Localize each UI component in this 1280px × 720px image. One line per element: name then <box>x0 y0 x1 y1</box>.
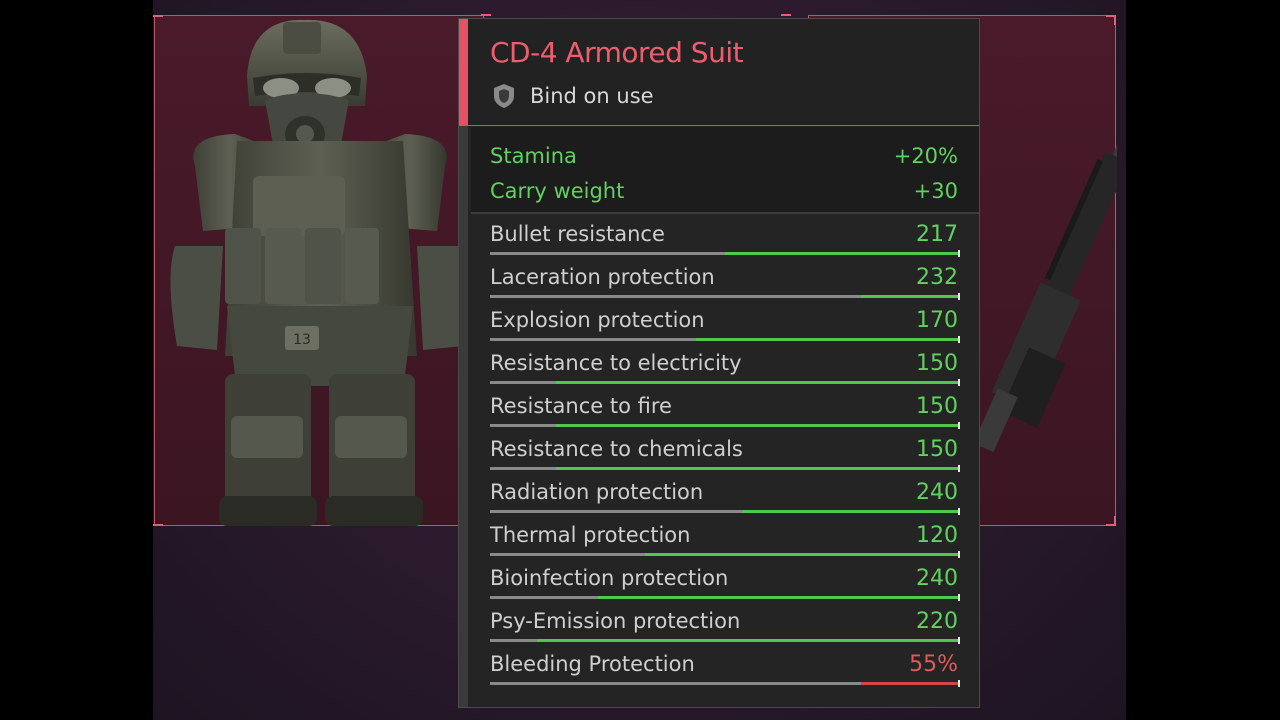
stat-row: Explosion protection 170 <box>490 301 960 344</box>
stat-bar-cap <box>958 594 960 601</box>
tooltip-header: CD-4 Armored Suit Bind on use <box>459 19 979 126</box>
stat-value: 150 <box>916 437 958 462</box>
stat-label: Bioinfection protection <box>490 566 729 590</box>
bonus-value: +30 <box>913 179 958 203</box>
stat-bar <box>490 637 960 644</box>
stat-bar-cap <box>958 422 960 429</box>
stat-bar-cap <box>958 336 960 343</box>
bonus-row: Carry weight +30 <box>490 176 958 206</box>
corner-mark <box>481 14 491 16</box>
stat-bar-fill <box>555 467 959 470</box>
stat-value: 150 <box>916 394 958 419</box>
stat-value: 232 <box>916 265 958 290</box>
stat-value: 150 <box>916 351 958 376</box>
stat-bar-fill <box>555 381 959 384</box>
stat-bar <box>490 293 960 300</box>
stat-label: Psy-Emission protection <box>490 609 741 633</box>
stat-value: 240 <box>916 480 958 505</box>
corner-mark <box>1114 15 1116 25</box>
stat-bar <box>490 465 960 472</box>
stat-bar-cap <box>958 379 960 386</box>
stat-label: Resistance to electricity <box>490 351 742 375</box>
stat-bar <box>490 594 960 601</box>
stat-bar-cap <box>958 465 960 472</box>
stat-bar-cap <box>958 680 960 687</box>
corner-mark <box>153 15 163 17</box>
stat-label: Laceration protection <box>490 265 715 289</box>
armored-suit-image: 13 <box>170 19 470 526</box>
stat-label: Thermal protection <box>490 523 691 547</box>
stat-label: Resistance to chemicals <box>490 437 743 461</box>
bind-status: Bind on use <box>492 83 654 109</box>
stat-label: Bullet resistance <box>490 222 665 246</box>
stat-row: Bioinfection protection 240 <box>490 559 960 602</box>
stat-bar <box>490 551 960 558</box>
stat-bar <box>490 422 960 429</box>
stat-value: 240 <box>916 566 958 591</box>
tooltip-rail <box>459 126 468 707</box>
stat-row: Thermal protection 120 <box>490 516 960 559</box>
stat-value: 220 <box>916 609 958 634</box>
stat-bar-fill <box>536 639 959 642</box>
stat-label: Radiation protection <box>490 480 704 504</box>
stat-row: Laceration protection 232 <box>490 258 960 301</box>
stat-value: 120 <box>916 523 958 548</box>
stat-bar-fill <box>724 252 959 255</box>
shield-icon <box>494 84 514 108</box>
stat-value: 170 <box>916 308 958 333</box>
corner-mark <box>1114 516 1116 526</box>
stat-bar-cap <box>958 637 960 644</box>
section-divider <box>471 212 979 214</box>
stat-row: Radiation protection 240 <box>490 473 960 516</box>
bonus-label: Stamina <box>490 144 577 168</box>
stat-value: 55% <box>909 652 958 677</box>
stat-row: Resistance to chemicals 150 <box>490 430 960 473</box>
stat-row: Bullet resistance 217 <box>490 215 960 258</box>
stat-bar <box>490 379 960 386</box>
bonus-value: +20% <box>893 144 958 168</box>
stat-label: Bleeding Protection <box>490 652 695 676</box>
stat-bar <box>490 508 960 515</box>
stat-bar <box>490 336 960 343</box>
stat-bar-fill <box>860 295 959 298</box>
bind-text: Bind on use <box>530 84 654 108</box>
bonus-list: Stamina +20% Carry weight +30 <box>471 127 979 213</box>
stat-row: Resistance to fire 150 <box>490 387 960 430</box>
stat-bar-fill <box>696 338 959 341</box>
stat-label: Explosion protection <box>490 308 705 332</box>
stat-row: Bleeding Protection 55% <box>490 645 960 688</box>
stat-bar-fill <box>644 553 959 556</box>
item-title: CD-4 Armored Suit <box>490 36 744 69</box>
stat-row: Resistance to electricity 150 <box>490 344 960 387</box>
corner-mark <box>781 14 791 16</box>
stat-label: Resistance to fire <box>490 394 672 418</box>
stat-bar-cap <box>958 551 960 558</box>
bonus-row: Stamina +20% <box>490 141 958 171</box>
item-tooltip: CD-4 Armored Suit Bind on use Stamina +2… <box>458 18 980 708</box>
equipped-armor-slot[interactable]: 13 <box>154 15 484 526</box>
stat-bar-fill <box>597 596 959 599</box>
svg-text:13: 13 <box>293 332 311 348</box>
stat-bar-fill <box>555 424 959 427</box>
stat-bar <box>490 250 960 257</box>
corner-mark <box>153 524 163 526</box>
stat-bar-fill <box>743 510 959 513</box>
stat-row: Psy-Emission protection 220 <box>490 602 960 645</box>
stat-bar <box>490 680 960 687</box>
stat-list: Bullet resistance 217 Laceration protectio… <box>471 215 979 707</box>
bonus-label: Carry weight <box>490 179 625 203</box>
stat-bar-fill <box>860 682 959 685</box>
stat-value: 217 <box>916 222 958 247</box>
stat-bar-cap <box>958 293 960 300</box>
stat-bar-cap <box>958 508 960 515</box>
stat-bar-cap <box>958 250 960 257</box>
